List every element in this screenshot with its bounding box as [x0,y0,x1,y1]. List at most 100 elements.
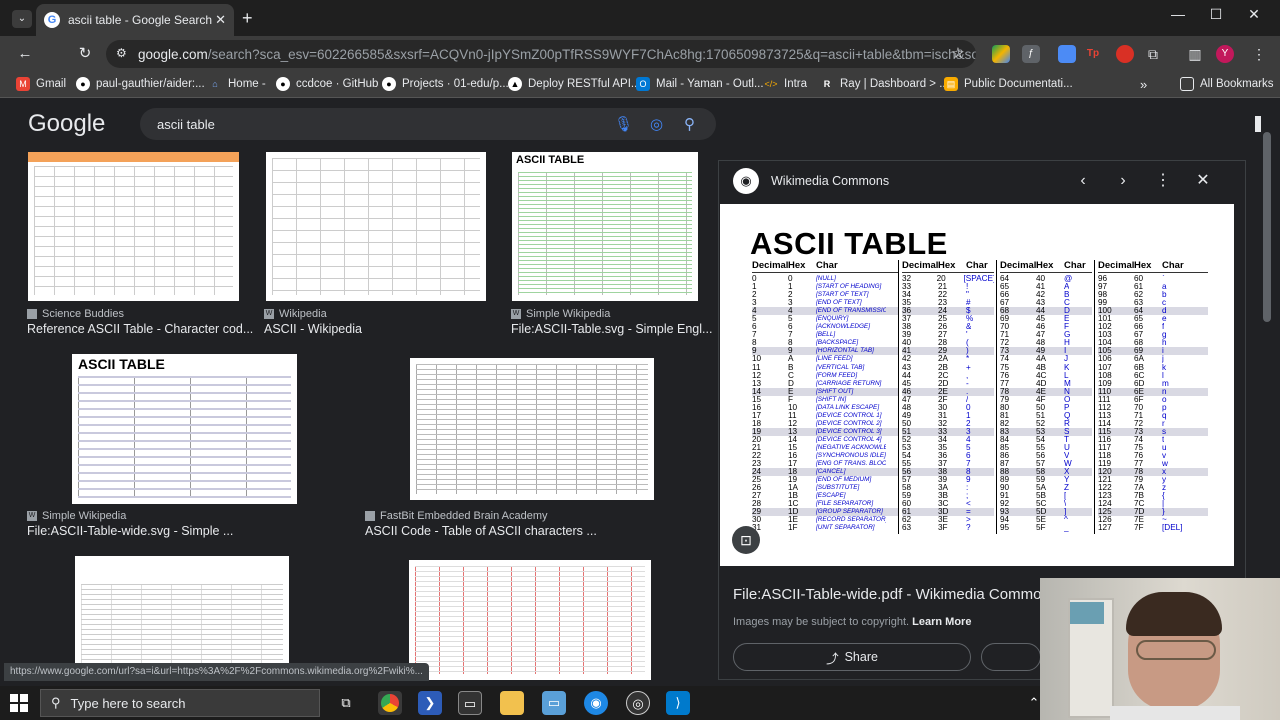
settings-icon[interactable] [1255,116,1261,132]
table-grid [272,158,480,295]
minimize-icon[interactable]: — [1166,6,1190,30]
result-thumbnail[interactable]: ASCII TABLE [512,152,698,301]
tab-active[interactable]: G ascii table - Google Search ✕ [36,4,234,36]
next-icon[interactable]: › [1113,171,1133,191]
extension-blue-icon[interactable] [1058,45,1076,63]
bookmark-item[interactable]: ▤ Public Documentati... [944,77,1073,91]
panel-source[interactable]: Wikimedia Commons [771,174,889,188]
preview-image[interactable]: ASCII TABLE DecimalHex Char 0 0 [NULL] 1 1 [STA… [720,204,1234,566]
drive-extension-icon[interactable] [992,45,1010,63]
ascii-row: 50 32 2 [902,419,971,428]
panel-title[interactable]: File:ASCII-Table-wide.pdf - Wikimedia Co… [733,586,1057,603]
bookmark-item[interactable]: ⌂ Home - [208,77,265,91]
tab-close-icon[interactable]: ✕ [215,12,226,28]
result-caption[interactable]: File:ASCII-Table-wide.svg - Simple ... [27,524,233,538]
ascii-row: 12 C [FORM FEED] [752,371,858,380]
result-caption[interactable]: ASCII - Wikipedia [264,322,362,336]
result-caption[interactable]: File:ASCII-Table.svg - Simple Engl... [511,322,712,336]
extension-red-icon[interactable] [1116,45,1134,63]
result-caption[interactable]: Reference ASCII Table - Character cod... [27,322,253,336]
extension-f-icon[interactable]: ƒ [1022,45,1040,63]
table-grid [34,166,233,295]
taskbar-search-input[interactable]: ⚲ Type here to search [40,689,320,717]
bookmark-item[interactable]: ▲ Deploy RESTful API... [508,77,641,91]
ascii-row: 11 B [VERTICAL TAB] [752,363,865,372]
powershell-icon[interactable]: ❯ [418,691,442,715]
result-thumbnail[interactable]: ASCII TABLE [72,354,297,504]
scrollbar-thumb[interactable] [1263,132,1271,322]
side-panel-icon[interactable]: ▥ [1186,45,1204,63]
task-view-icon[interactable]: ⧉ [334,691,358,715]
bookmark-item[interactable]: ● ccdcoe · GitHub [276,77,378,91]
result-thumbnail[interactable] [28,152,239,301]
ascii-row: 27 1B [ESCAPE] [752,492,846,501]
ascii-row: 75 4B K [1000,363,1070,372]
windows-start-icon[interactable] [10,694,28,712]
app-blue-icon[interactable]: ◉ [584,691,608,715]
obs-icon[interactable]: ◎ [626,691,650,715]
more-options-icon[interactable]: ⋮ [1153,171,1173,191]
result-thumbnail[interactable] [75,556,289,680]
result-thumbnail[interactable] [409,560,651,680]
chrome-taskbar-icon[interactable] [378,691,402,715]
new-tab-button[interactable]: + [242,8,253,29]
share-button[interactable]: ⤴ Share [733,643,971,671]
ascii-column-header: DecimalHex Char [902,260,994,273]
result-thumbnail[interactable] [266,152,486,301]
address-bar[interactable]: ⚙ google.com/search?sca_esv=602266585&sx… [106,40,976,68]
bookmark-item[interactable]: </> Intra [764,77,807,91]
ascii-row: 22 16 [SYNCHRONOUS IDLE] [752,452,886,461]
bookmark-item[interactable]: ● Projects · 01-edu/p... [382,77,509,91]
search-icon[interactable]: ⚲ [684,115,695,133]
url-path: /search?sca_esv=602266585&sxsrf=ACQVn0-j… [207,46,976,62]
site-info-icon[interactable]: ⚙ [116,46,127,60]
bookmark-item[interactable]: M Gmail [16,77,66,91]
reload-icon[interactable]: ↻ [75,44,95,64]
result-caption[interactable]: ASCII Code - Table of ASCII characters .… [365,524,597,538]
profile-avatar[interactable]: Y [1216,45,1234,63]
back-icon[interactable]: ← [15,44,35,64]
search-input[interactable]: ascii table 🎙 ◎ ⚲ [140,108,716,140]
ascii-row: 56 38 8 [902,468,994,477]
browser-menu-icon[interactable]: ⋮ [1250,45,1268,63]
file-explorer-icon[interactable] [500,691,524,715]
lens-icon[interactable]: ⊡ [732,526,760,554]
close-panel-icon[interactable]: ✕ [1193,171,1213,191]
ascii-row: 62 3E > [902,516,971,525]
maximize-icon[interactable]: ☐ [1204,6,1228,30]
presenter-hair [1126,592,1222,636]
ascii-row: 67 43 C [1000,299,1070,308]
result-source[interactable]: Science Buddies [27,308,124,320]
ascii-row: 120 78 x [1098,468,1208,477]
google-logo[interactable]: Google [28,110,105,138]
result-thumbnail[interactable] [410,358,654,500]
vscode-icon[interactable]: ⟩ [666,691,690,715]
bookmark-star-icon[interactable]: ☆ [948,44,968,64]
tab-search-icon[interactable]: ⌄ [12,10,32,28]
ascii-row: 9 9 [HORIZONTAL TAB] [752,347,898,356]
lens-search-icon[interactable]: ◎ [650,115,663,133]
ascii-row: 91 5B[ [1000,492,1067,501]
voice-search-icon[interactable]: 🎙 [614,115,633,133]
ascii-row: 5 5 [ENQUIRY] [752,315,849,324]
window-close-icon[interactable]: ✕ [1242,6,1266,30]
learn-more-link[interactable]: Learn More [912,616,971,628]
result-source[interactable]: W Simple Wikipedia [27,510,126,522]
bookmark-item[interactable]: R Ray | Dashboard > ... [820,77,949,91]
result-source[interactable]: W Simple Wikipedia [511,308,610,320]
result-source[interactable]: FastBit Embedded Brain Academy [365,510,548,522]
save-button[interactable] [981,643,1041,671]
ascii-row: 89 59 Y [1000,476,1070,485]
remote-desktop-icon[interactable]: ▭ [542,691,566,715]
previous-icon[interactable]: ‹ [1073,171,1093,191]
ascii-row: 114 72 r [1098,419,1165,428]
all-bookmarks[interactable]: All Bookmarks [1180,77,1274,91]
terminal-icon[interactable]: ▭ [458,691,482,715]
result-source[interactable]: W Wikipedia [264,308,327,320]
extension-tp-icon[interactable]: Tp [1084,45,1102,63]
doc-icon: ▤ [944,77,958,91]
bookmark-item[interactable]: ● paul-gauthier/aider:... [76,77,205,91]
extensions-puzzle-icon[interactable]: ⧉ [1144,45,1162,63]
bookmarks-overflow-icon[interactable]: » [1140,77,1147,92]
bookmark-item[interactable]: O Mail - Yaman - Outl... [636,77,764,91]
